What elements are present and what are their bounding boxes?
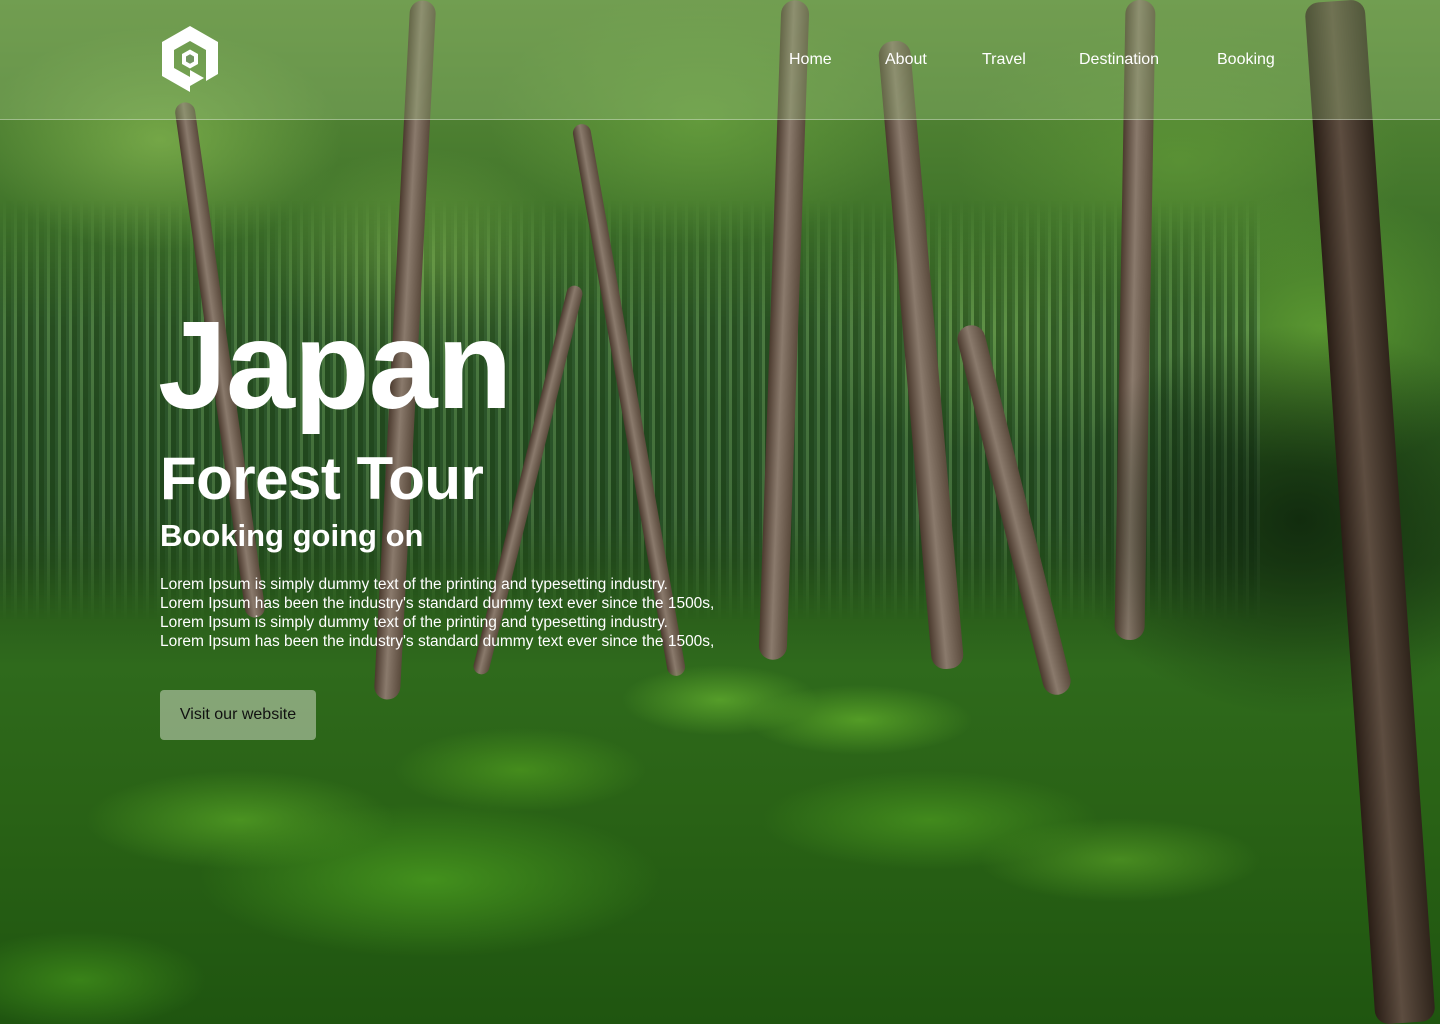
- hero-description-line: Lorem Ipsum has been the industry's stan…: [160, 633, 715, 650]
- nav-item-about[interactable]: About: [885, 48, 927, 72]
- nav-item-destination[interactable]: Destination: [1079, 48, 1159, 72]
- hero-description-line: Lorem Ipsum is simply dummy text of the …: [160, 576, 668, 593]
- hero-tagline: Booking going on: [160, 518, 424, 553]
- hero-title: Japan: [158, 297, 512, 435]
- site-header: Home About Travel Destination Booking: [0, 0, 1440, 120]
- hero-description: Lorem Ipsum is simply dummy text of the …: [160, 575, 820, 651]
- nav-item-booking[interactable]: Booking: [1217, 48, 1275, 72]
- nav-item-travel[interactable]: Travel: [982, 48, 1026, 72]
- hero-subtitle: Forest Tour: [160, 445, 484, 512]
- visit-website-button[interactable]: Visit our website: [160, 690, 316, 740]
- hero-description-line: Lorem Ipsum is simply dummy text of the …: [160, 614, 668, 631]
- main-nav: Home About Travel Destination Booking: [0, 48, 1440, 72]
- nav-item-home[interactable]: Home: [789, 48, 832, 72]
- hero-description-line: Lorem Ipsum has been the industry's stan…: [160, 595, 715, 612]
